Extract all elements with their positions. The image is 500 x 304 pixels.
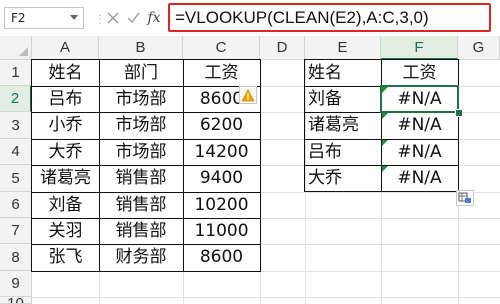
insert-function-button[interactable]: fx bbox=[145, 8, 163, 28]
paste-options-button[interactable] bbox=[456, 190, 474, 206]
cell-b4[interactable]: 市场部 bbox=[99, 139, 183, 165]
cell-a1[interactable]: 姓名 bbox=[32, 60, 99, 86]
column-header-f[interactable]: F bbox=[381, 36, 458, 60]
cell-c8[interactable]: 8600 bbox=[183, 244, 260, 271]
error-indicator-f4 bbox=[382, 140, 388, 146]
cell-a2[interactable]: 吕布 bbox=[32, 86, 99, 112]
cell-b3[interactable]: 市场部 bbox=[99, 112, 183, 139]
row-header-1[interactable]: 1 bbox=[0, 60, 32, 86]
cell-e5[interactable]: 大乔 bbox=[305, 165, 381, 192]
name-box[interactable]: F2 bbox=[4, 7, 84, 29]
cell-e4[interactable]: 吕布 bbox=[305, 139, 381, 165]
active-cell-selection bbox=[380, 85, 459, 113]
error-indicator-f3 bbox=[382, 113, 388, 119]
row-header-3[interactable]: 3 bbox=[0, 112, 32, 139]
cell-a4[interactable]: 大乔 bbox=[32, 139, 99, 165]
row-header-8[interactable]: 8 bbox=[0, 244, 32, 271]
row-header-10[interactable]: 10 bbox=[0, 297, 32, 304]
select-all-corner[interactable] bbox=[0, 36, 32, 60]
formula-text: =VLOOKUP(CLEAN(E2),A:C,3,0) bbox=[175, 8, 429, 27]
confirm-button[interactable] bbox=[124, 8, 142, 28]
cell-a8[interactable]: 张飞 bbox=[32, 244, 99, 271]
column-header-d[interactable]: D bbox=[260, 36, 305, 60]
cancel-button[interactable] bbox=[104, 8, 122, 28]
error-warning-button[interactable] bbox=[239, 86, 257, 104]
cell-c5[interactable]: 9400 bbox=[183, 165, 260, 192]
cell-f3[interactable]: #N/A bbox=[381, 112, 458, 139]
checkmark-icon bbox=[127, 12, 140, 24]
formula-input[interactable]: =VLOOKUP(CLEAN(E2),A:C,3,0) bbox=[168, 3, 491, 32]
cell-b1[interactable]: 部门 bbox=[99, 60, 183, 86]
column-header-b[interactable]: B bbox=[99, 36, 183, 60]
column-header-g[interactable]: G bbox=[458, 36, 500, 60]
cell-c4[interactable]: 14200 bbox=[183, 139, 260, 165]
cell-f1[interactable]: 工资 bbox=[381, 60, 458, 86]
column-header-c[interactable]: C bbox=[183, 36, 260, 60]
row-header-7[interactable]: 7 bbox=[0, 218, 32, 244]
warning-icon bbox=[241, 88, 255, 101]
cell-c7[interactable]: 11000 bbox=[183, 218, 260, 244]
name-box-value: F2 bbox=[11, 11, 26, 25]
cell-c6[interactable]: 10200 bbox=[183, 192, 260, 218]
cell-a3[interactable]: 小乔 bbox=[32, 112, 99, 139]
close-icon bbox=[107, 12, 119, 24]
cell-b8[interactable]: 财务部 bbox=[99, 244, 183, 271]
cell-a5[interactable]: 诸葛亮 bbox=[32, 165, 99, 192]
column-header-e[interactable]: E bbox=[305, 36, 381, 60]
paste-options-icon bbox=[458, 192, 471, 203]
row-header-2[interactable]: 2 bbox=[0, 86, 32, 112]
cell-b5[interactable]: 销售部 bbox=[99, 165, 183, 192]
row-header-6[interactable]: 6 bbox=[0, 192, 32, 218]
cell-c1[interactable]: 工资 bbox=[183, 60, 260, 86]
cell-e3[interactable]: 诸葛亮 bbox=[305, 112, 381, 139]
row-header-4[interactable]: 4 bbox=[0, 139, 32, 165]
cell-e1[interactable]: 姓名 bbox=[305, 60, 381, 86]
cell-b6[interactable]: 销售部 bbox=[99, 192, 183, 218]
formula-bar: F2 ⋮ fx =VLOOKUP(CLEAN(E2),A:C,3,0) bbox=[0, 0, 500, 37]
cell-b7[interactable]: 销售部 bbox=[99, 218, 183, 244]
fill-handle[interactable] bbox=[455, 109, 463, 117]
column-header-a[interactable]: A bbox=[32, 36, 99, 60]
cell-f4[interactable]: #N/A bbox=[381, 139, 458, 165]
select-all-icon bbox=[19, 47, 28, 56]
row-header-5[interactable]: 5 bbox=[0, 165, 32, 192]
chevron-down-icon[interactable] bbox=[70, 15, 78, 20]
cell-c3[interactable]: 6200 bbox=[183, 112, 260, 139]
fx-icon: fx bbox=[147, 10, 161, 26]
cell-a7[interactable]: 关羽 bbox=[32, 218, 99, 244]
error-indicator-f5 bbox=[382, 166, 388, 172]
cell-a6[interactable]: 刘备 bbox=[32, 192, 99, 218]
cell-f5[interactable]: #N/A bbox=[381, 165, 458, 192]
cell-e2[interactable]: 刘备 bbox=[305, 86, 381, 112]
row-header-9[interactable]: 9 bbox=[0, 271, 32, 297]
cell-b2[interactable]: 市场部 bbox=[99, 86, 183, 112]
